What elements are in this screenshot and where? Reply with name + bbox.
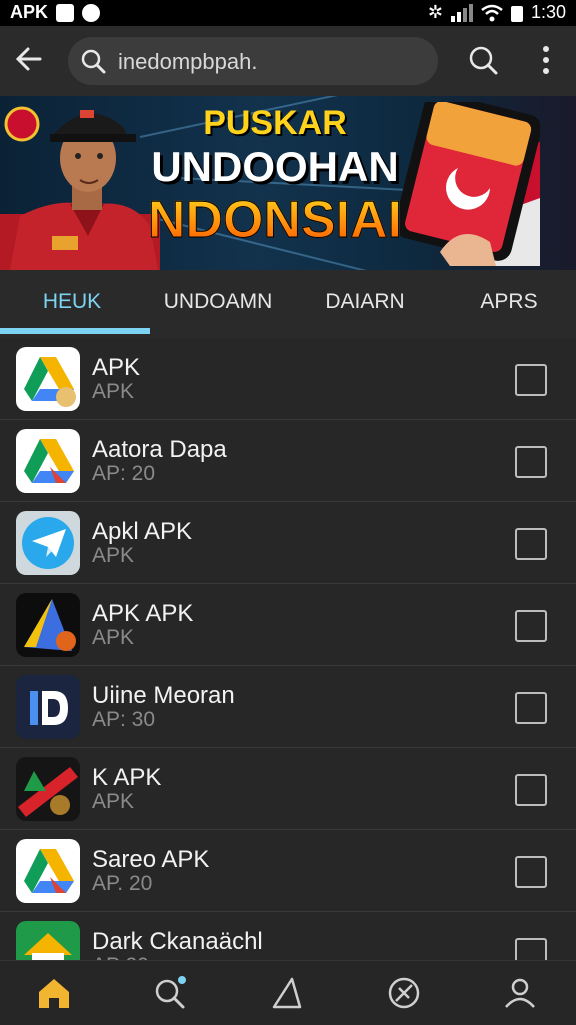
- app-name: Uiine Meoran: [92, 682, 235, 709]
- list-item[interactable]: Sareo APK AP. 20: [0, 830, 576, 912]
- phone-illustration: [400, 102, 540, 266]
- wifi-icon: [481, 4, 503, 21]
- select-checkbox[interactable]: [515, 446, 547, 478]
- app-list: APK APK Aatora Dapa AP: 20 Apkl APK APK …: [0, 338, 576, 994]
- select-checkbox[interactable]: [515, 528, 547, 560]
- tab-heuk[interactable]: HEUK: [0, 290, 144, 314]
- app-name: Sareo APK: [92, 846, 210, 873]
- search-icon: [155, 976, 186, 1009]
- more-options-button[interactable]: [540, 45, 552, 80]
- app-name: APK: [92, 354, 141, 381]
- app-name: K APK: [92, 764, 162, 791]
- search-icon: [81, 49, 106, 74]
- banner-line-1: PUSKAR: [203, 104, 347, 142]
- arrow-logo-icon: [16, 593, 80, 657]
- nav-explore[interactable]: [386, 975, 422, 1011]
- list-item[interactable]: Aatora Dapa AP: 20: [0, 420, 576, 502]
- more-vertical-icon: [543, 46, 549, 74]
- app-name: Apkl APK: [92, 518, 193, 545]
- banner-line-2: UNDOOHAN: [151, 143, 399, 190]
- app-subtitle: APK: [92, 626, 135, 649]
- tab-aprs[interactable]: APRS: [437, 290, 576, 314]
- search-icon: [469, 46, 498, 75]
- app-subtitle: APK: [92, 380, 135, 403]
- app-subtitle: APK: [92, 790, 135, 813]
- app-subtitle: AP: 20: [92, 462, 156, 485]
- status-app-label: APK: [10, 2, 49, 22]
- select-checkbox[interactable]: [515, 364, 547, 396]
- home-icon: [39, 979, 69, 1008]
- status-bar: APK ✲ 1:30: [0, 0, 576, 26]
- search-field[interactable]: inedompbpah.: [68, 37, 438, 85]
- app-subtitle: AP: 30: [92, 708, 156, 731]
- battery-icon: [510, 5, 523, 22]
- select-checkbox[interactable]: [515, 692, 547, 724]
- bottom-navigation: [0, 960, 576, 1025]
- settings-status-icon: ✲: [427, 2, 443, 22]
- search-input[interactable]: inedompbpah.: [118, 49, 257, 75]
- app-subtitle: AP. 20: [92, 872, 153, 895]
- compass-icon: [388, 977, 420, 1009]
- drive-logo-icon: [16, 347, 80, 411]
- app-name: Dark Ckanaächl: [92, 928, 263, 955]
- triangle-icon: [272, 977, 302, 1009]
- top-bar: inedompbpah.: [0, 26, 576, 96]
- notification-icon: [82, 3, 101, 22]
- select-checkbox[interactable]: [515, 774, 547, 806]
- sticker-icon: [16, 757, 80, 821]
- list-item[interactable]: APK APK APK: [0, 584, 576, 666]
- clock: 1:30: [530, 2, 566, 22]
- profile-icon: [505, 978, 535, 1008]
- list-item[interactable]: K APK APK: [0, 748, 576, 830]
- app-name: Aatora Dapa: [92, 436, 227, 463]
- nav-notifications[interactable]: [270, 975, 306, 1011]
- app-subtitle: APK: [92, 544, 135, 567]
- search-button[interactable]: [468, 45, 498, 80]
- plane-icon: [16, 511, 80, 575]
- select-checkbox[interactable]: [515, 610, 547, 642]
- back-arrow-icon: [15, 47, 42, 71]
- id-logo-icon: [16, 675, 80, 739]
- notification-icon: [56, 3, 75, 22]
- back-button[interactable]: [14, 44, 44, 74]
- nav-home[interactable]: [36, 975, 72, 1011]
- promo-banner[interactable]: PUSKAR UNDOOHAN NDONSIAI: [0, 96, 576, 270]
- active-tab-indicator: [0, 328, 150, 334]
- list-item[interactable]: Apkl APK APK: [0, 502, 576, 584]
- select-checkbox[interactable]: [515, 856, 547, 888]
- drive-logo-icon: [16, 839, 80, 903]
- nav-search[interactable]: [152, 975, 188, 1011]
- app-name: APK APK: [92, 600, 194, 627]
- nav-profile[interactable]: [502, 975, 538, 1011]
- tab-undoamn[interactable]: UNDOAMN: [146, 290, 290, 314]
- drive-logo-icon: [16, 429, 80, 493]
- tab-daiarn[interactable]: DAIARN: [293, 290, 437, 314]
- list-item[interactable]: APK APK: [0, 338, 576, 420]
- signal-icon: [450, 3, 473, 22]
- banner-headline: PUSKAR UNDOOHAN NDONSIAI: [130, 100, 420, 247]
- banner-line-3: NDONSIAI: [130, 194, 420, 247]
- list-item[interactable]: Uiine Meoran AP: 30: [0, 666, 576, 748]
